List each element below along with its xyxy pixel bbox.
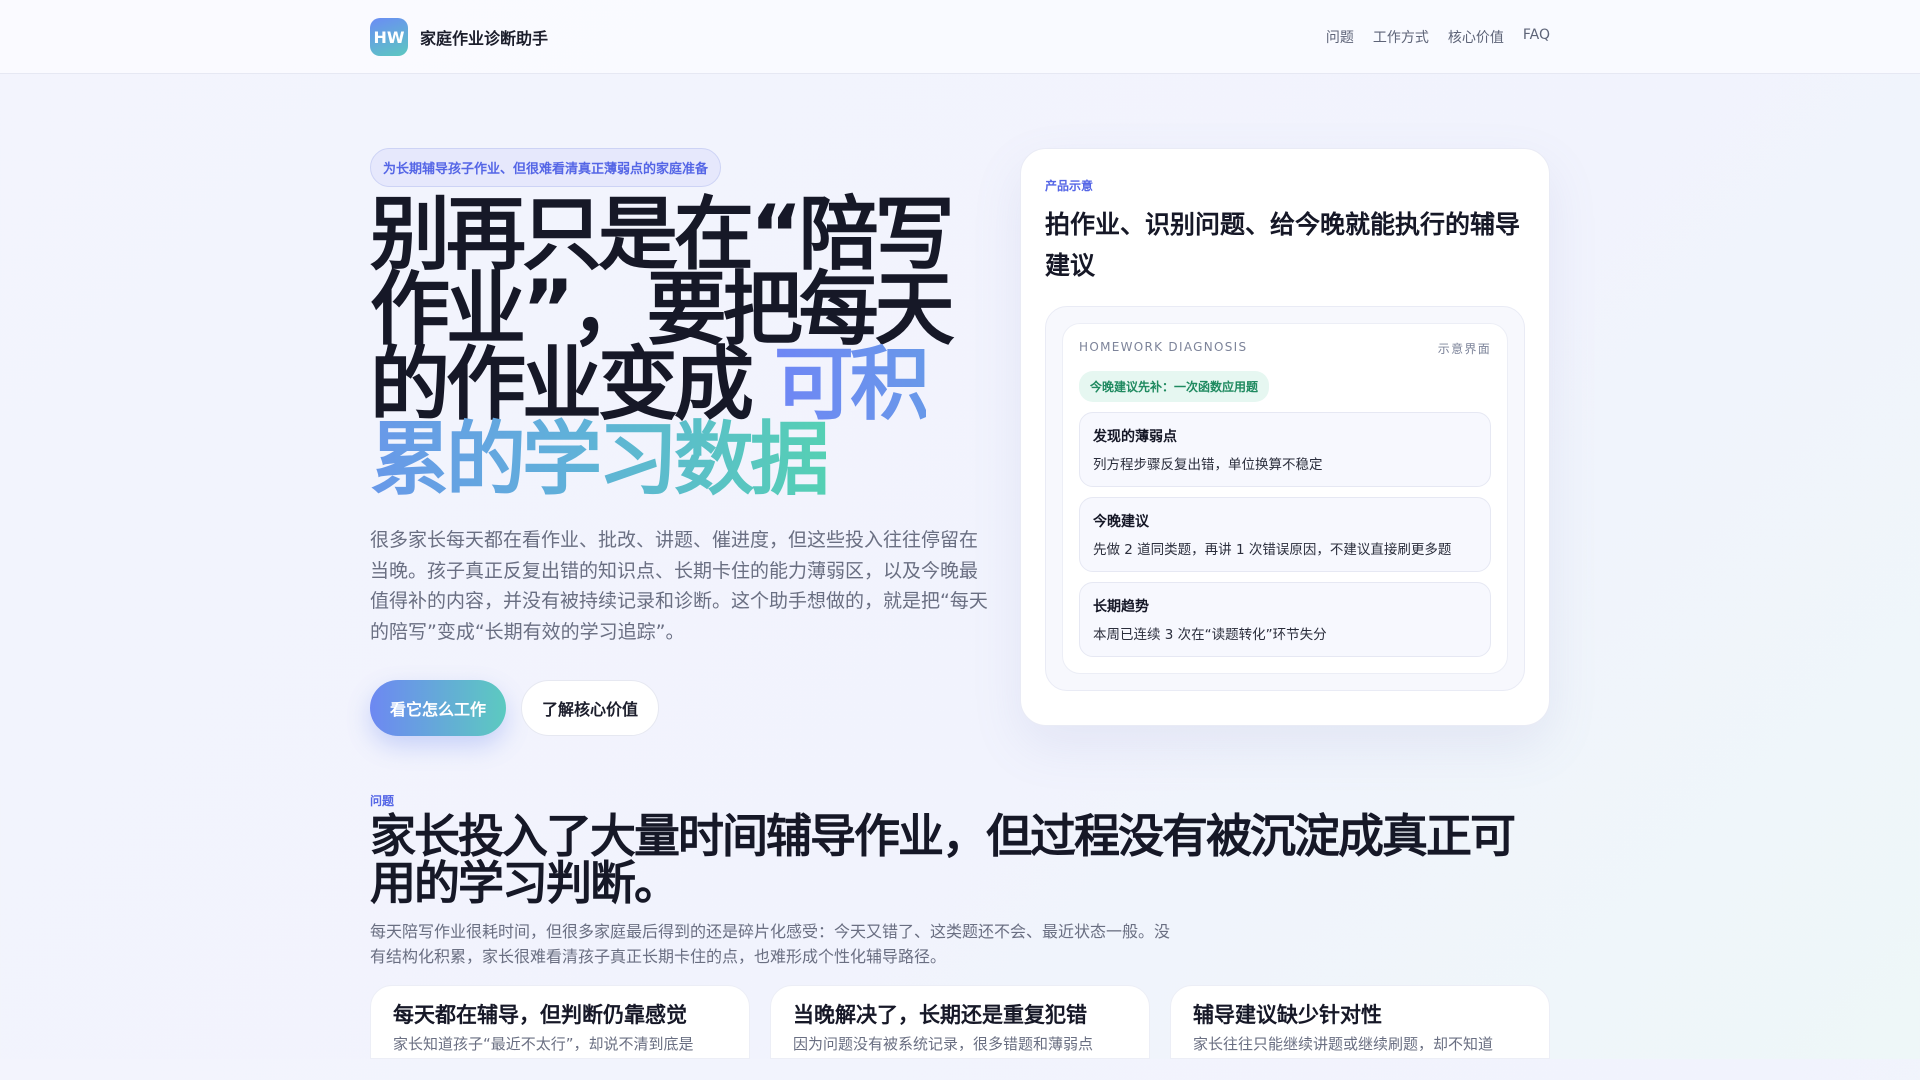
problem-card: 当晚解决了，长期还是重复犯错因为问题没有被系统记录，很多错题和薄弱点 xyxy=(770,985,1150,1059)
nav-link-problem[interactable]: 问题 xyxy=(1326,27,1354,47)
card-title: 每天都在辅导，但判断仍靠感觉 xyxy=(393,1003,687,1027)
item-title: 今晚建议 xyxy=(1093,514,1149,530)
item-text: 本周已连续 3 次在“读题转化”环节失分 xyxy=(1093,627,1327,643)
demo-eyebrow: 产品示意 xyxy=(1045,179,1094,193)
diagnosis-item: 长期趋势本周已连续 3 次在“读题转化”环节失分 xyxy=(1079,582,1491,657)
card-title: 辅导建议缺少针对性 xyxy=(1193,1003,1382,1027)
demo-title: 拍作业、识别问题、给今晚就能执行的辅导建议 xyxy=(1045,210,1521,280)
hero-lead: 很多家长每天都在看作业、批改、讲题、催进度，但这些投入往往停留在当晚。孩子真正反… xyxy=(370,529,988,643)
how-it-works-button[interactable]: 看它怎么工作 xyxy=(370,680,507,736)
nav-link-how[interactable]: 工作方式 xyxy=(1373,27,1429,47)
brand-name[interactable]: 家庭作业诊断助手 xyxy=(420,25,548,49)
logo[interactable]: HW xyxy=(370,18,408,56)
card-text: 因为问题没有被系统记录，很多错题和薄弱点 xyxy=(793,1035,1094,1053)
problem-card: 辅导建议缺少针对性家长往往只能继续讲题或继续刷题，却不知道 xyxy=(1170,985,1550,1059)
core-value-button[interactable]: 了解核心价值 xyxy=(521,680,660,736)
suggestion-tag: 今晚建议先补：一次函数应用题 xyxy=(1079,371,1270,402)
card-text: 家长往往只能继续讲题或继续刷题，却不知道 xyxy=(1193,1035,1494,1053)
panel-note: 示意界面 xyxy=(1437,342,1491,356)
hero-title: 别再只是在“陪写作业”，要把每天的作业变成 可积累的学习数据 xyxy=(370,195,1000,500)
top-nav: HW 家庭作业诊断助手 问题 工作方式 核心价值 FAQ xyxy=(0,0,1920,74)
panel-title: HOMEWORK DIAGNOSIS xyxy=(1079,340,1248,354)
section-eyebrow: 问题 xyxy=(370,794,395,808)
audience-pill: 为长期辅导孩子作业、但很难看清真正薄弱点的家庭准备 xyxy=(370,148,722,187)
diagnosis-item: 今晚建议先做 2 道同类题，再讲 1 次错误原因，不建议直接刷更多题 xyxy=(1079,497,1491,572)
diagnosis-panel: HOMEWORK DIAGNOSIS 示意界面 今晚建议先补：一次函数应用题 发现… xyxy=(1062,323,1508,674)
product-demo-card: 产品示意 拍作业、识别问题、给今晚就能执行的辅导建议 HOMEWORK DIAG… xyxy=(1020,148,1550,726)
card-title: 当晚解决了，长期还是重复犯错 xyxy=(793,1003,1087,1027)
card-text: 家长知道孩子“最近不太行”，却说不清到底是 xyxy=(393,1035,694,1053)
nav-link-faq[interactable]: FAQ xyxy=(1523,27,1550,47)
item-text: 先做 2 道同类题，再讲 1 次错误原因，不建议直接刷更多题 xyxy=(1093,542,1452,558)
nav-link-value[interactable]: 核心价值 xyxy=(1448,27,1504,47)
item-title: 长期趋势 xyxy=(1093,599,1149,615)
diagnosis-item: 发现的薄弱点列方程步骤反复出错，单位换算不稳定 xyxy=(1079,412,1491,487)
item-title: 发现的薄弱点 xyxy=(1093,429,1177,445)
problem-card: 每天都在辅导，但判断仍靠感觉家长知道孩子“最近不太行”，却说不清到底是 xyxy=(370,985,750,1059)
section-title: 家长投入了大量时间辅导作业，但过程没有被沉淀成真正可用的学习判断。 xyxy=(370,809,1516,910)
section-text: 每天陪写作业很耗时间，但很多家庭最后得到的还是碎片化感受：今天又错了、这类题还不… xyxy=(370,922,1171,966)
problem-section: 问题 家长投入了大量时间辅导作业，但过程没有被沉淀成真正可用的学习判断。 每天陪… xyxy=(370,792,1550,1059)
item-text: 列方程步骤反复出错，单位换算不稳定 xyxy=(1093,457,1323,473)
